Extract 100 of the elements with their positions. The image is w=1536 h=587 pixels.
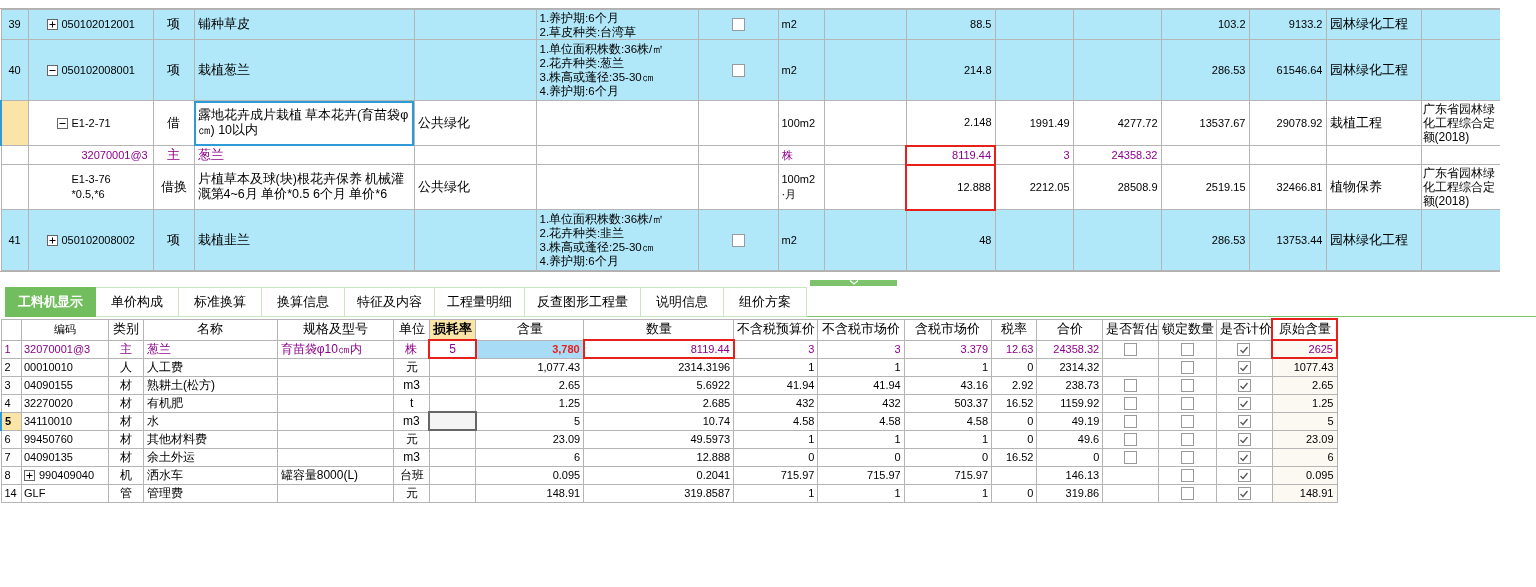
table-cell: 319.86 (1036, 484, 1103, 502)
table-cell: 0.2041 (583, 466, 734, 484)
table-cell: 5.6922 (583, 376, 734, 394)
checkbox[interactable] (731, 233, 745, 247)
checkbox[interactable] (1180, 469, 1194, 483)
checkbox[interactable] (1180, 451, 1194, 465)
checkbox[interactable] (731, 63, 745, 77)
column-header[interactable]: 不含税市场价 (817, 319, 905, 340)
checkbox[interactable] (1124, 433, 1138, 447)
checkbox[interactable] (1180, 343, 1194, 357)
expand-icon[interactable] (46, 19, 58, 30)
collapse-icon[interactable] (46, 64, 58, 76)
table-cell: 6 (475, 448, 584, 466)
checkbox[interactable] (1237, 379, 1251, 393)
checkbox[interactable] (1237, 487, 1251, 501)
tab[interactable]: 换算信息 (262, 287, 345, 317)
checkbox[interactable] (1180, 433, 1194, 447)
code-text: GLF (24, 487, 46, 499)
table-cell: 机 (108, 466, 144, 484)
checkbox[interactable] (731, 18, 745, 32)
column-header[interactable]: 不含税预算价 (733, 319, 818, 340)
column-header[interactable]: 是否暂估 (1102, 319, 1159, 340)
column-header[interactable]: 含量 (475, 319, 584, 340)
expand-icon[interactable] (46, 234, 58, 246)
column-header[interactable]: 是否计价 (1216, 319, 1273, 340)
checkbox[interactable] (1180, 361, 1194, 375)
checkbox[interactable] (1237, 397, 1251, 411)
checkbox[interactable] (1237, 361, 1251, 375)
table-cell: 1991.49 (995, 100, 1073, 146)
code-text: 00010010 (24, 361, 73, 373)
collapse-icon[interactable] (56, 117, 68, 129)
row-number: 7 (1, 448, 22, 466)
column-header[interactable]: 原始含量 (1272, 319, 1337, 340)
table-cell: 公共绿化 (414, 100, 536, 146)
table-cell: 503.37 (904, 394, 992, 412)
feature-line: 1.单位面积株数:36株/㎡ (539, 212, 666, 226)
table-cell: 园林绿化工程 (1326, 39, 1421, 101)
expand-icon[interactable] (24, 469, 35, 481)
tab[interactable]: 标准换算 (179, 287, 262, 317)
tab[interactable]: 说明信息 (641, 287, 724, 317)
table-cell: 水 (143, 412, 278, 430)
checkbox[interactable] (1124, 379, 1138, 393)
table-cell: 0 (991, 430, 1037, 448)
name-cell: 葱兰 (194, 145, 414, 165)
column-header[interactable]: 含税市场价 (904, 319, 992, 340)
table-cell: 1.25 (475, 394, 584, 412)
row-number: 14 (1, 484, 22, 502)
checkbox[interactable] (1237, 415, 1251, 429)
code-text: 32070001@3 (24, 343, 91, 355)
column-header[interactable]: 规格及型号 (277, 319, 394, 340)
table-cell: 43.16 (904, 376, 992, 394)
tab[interactable]: 反查图形工程量 (525, 287, 641, 317)
checkbox[interactable] (1237, 433, 1251, 447)
checkbox[interactable] (1237, 451, 1251, 465)
table-cell: 园林绿化工程 (1326, 9, 1421, 40)
checkbox[interactable] (1124, 415, 1138, 429)
feature-line: 1.养护期:6个月 (539, 10, 620, 25)
table-cell: 2314.32 (1036, 358, 1103, 376)
table-cell: 432 (817, 394, 905, 412)
column-header[interactable]: 税率 (991, 319, 1037, 340)
table-cell: 61546.64 (1249, 39, 1326, 101)
checkbox[interactable] (1237, 343, 1251, 357)
tab[interactable]: 特征及内容 (345, 287, 435, 317)
checkbox[interactable] (1124, 451, 1138, 465)
table-cell: 4277.72 (1073, 100, 1161, 146)
table-cell: 0 (1036, 448, 1103, 466)
table-cell: 管 (108, 484, 144, 502)
checkbox[interactable] (1237, 469, 1251, 483)
table-cell: 286.53 (1161, 39, 1249, 101)
table-cell: 2.65 (475, 376, 584, 394)
name-cell: 露地花卉成片栽植 草本花卉(育苗袋φ㎝) 10以内 (194, 100, 414, 146)
table-cell: 葱兰 (143, 340, 278, 358)
tab[interactable]: 工程量明细 (435, 287, 525, 317)
table-cell: 株 (778, 145, 824, 165)
checkbox[interactable] (1124, 343, 1138, 357)
column-header[interactable]: 合价 (1036, 319, 1103, 340)
table-cell: 0 (991, 358, 1037, 376)
table-cell: 熟耕土(松方) (143, 376, 278, 394)
splitter-handle[interactable] (810, 280, 897, 286)
table-cell: 材 (108, 412, 144, 430)
column-header[interactable]: 锁定数量 (1158, 319, 1217, 340)
tab[interactable]: 组价方案 (724, 287, 807, 317)
checkbox[interactable] (1180, 415, 1194, 429)
checkbox[interactable] (1124, 397, 1138, 411)
table-cell: 广东省园林绿化工程综合定额(2018) (1421, 164, 1500, 210)
column-header[interactable]: 名称 (143, 319, 278, 340)
column-header[interactable]: 单位 (393, 319, 430, 340)
table-cell: m3 (393, 448, 430, 466)
column-header[interactable]: 类别 (108, 319, 144, 340)
table-cell: 715.97 (904, 466, 992, 484)
column-header[interactable]: 编码 (21, 319, 109, 340)
table-cell: 0 (817, 448, 905, 466)
checkbox[interactable] (1180, 487, 1194, 501)
tab[interactable]: 单价构成 (96, 287, 179, 317)
checkbox[interactable] (1180, 397, 1194, 411)
table-cell: 49.19 (1036, 412, 1103, 430)
table-cell: 余土外运 (143, 448, 278, 466)
table-cell: 1 (733, 484, 818, 502)
checkbox[interactable] (1180, 379, 1194, 393)
name-cell: 栽植韭兰 (194, 209, 414, 271)
